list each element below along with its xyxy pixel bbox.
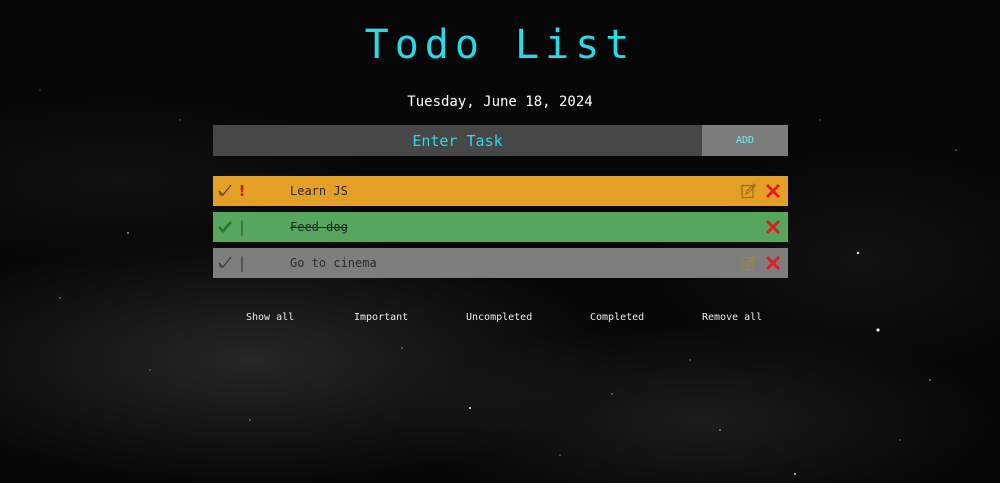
filter-uncompleted[interactable]: Uncompleted xyxy=(466,312,532,323)
add-button[interactable]: ADD xyxy=(702,125,788,156)
task-input[interactable] xyxy=(213,125,702,156)
filter-show-all[interactable]: Show all xyxy=(246,312,294,323)
task-text: Go to cinema xyxy=(290,256,377,270)
current-date: Tuesday, June 18, 2024 xyxy=(407,94,593,110)
exclamation-icon[interactable]: ! xyxy=(237,181,247,201)
task-list: ! Learn JS | Feed dog | Go to cinema xyxy=(213,176,788,284)
filter-bar: Show all Important Uncompleted Completed… xyxy=(0,312,1000,326)
edit-icon[interactable] xyxy=(741,255,757,271)
task-text: Learn JS xyxy=(290,184,348,198)
filter-completed[interactable]: Completed xyxy=(590,312,644,323)
check-icon[interactable] xyxy=(218,255,232,271)
close-icon[interactable] xyxy=(765,255,781,271)
exclamation-icon[interactable]: | xyxy=(237,217,247,237)
filter-important[interactable]: Important xyxy=(354,312,408,323)
page-title: Todo List xyxy=(364,22,636,68)
remove-all-button[interactable]: Remove all xyxy=(702,312,762,323)
task-item: | Feed dog xyxy=(213,212,788,242)
exclamation-icon[interactable]: | xyxy=(237,253,247,273)
task-text: Feed dog xyxy=(290,220,348,234)
task-item: | Go to cinema xyxy=(213,248,788,278)
check-icon[interactable] xyxy=(218,183,232,199)
task-item: ! Learn JS xyxy=(213,176,788,206)
edit-icon[interactable] xyxy=(741,183,757,199)
close-icon[interactable] xyxy=(765,219,781,235)
task-input-row: ADD xyxy=(213,125,788,156)
check-icon[interactable] xyxy=(218,219,232,235)
close-icon[interactable] xyxy=(765,183,781,199)
